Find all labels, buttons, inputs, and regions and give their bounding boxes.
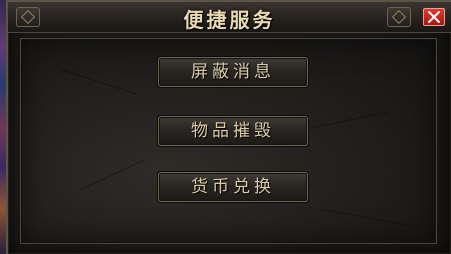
currency-exchange-button[interactable]: 货币兑换 <box>158 172 308 202</box>
close-button[interactable] <box>423 8 445 26</box>
title-ornament-right <box>387 7 411 27</box>
destroy-items-button[interactable]: 物品摧毁 <box>158 116 308 146</box>
block-messages-label: 屏蔽消息 <box>191 62 275 82</box>
block-messages-button[interactable]: 屏蔽消息 <box>158 57 308 87</box>
title-bar[interactable]: 便捷服务 <box>8 2 451 33</box>
panel-title: 便捷服务 <box>183 8 276 32</box>
quick-service-panel: 便捷服务 屏蔽消息 物品摧毁 货币兑换 <box>6 0 451 254</box>
stone-crack <box>60 69 138 95</box>
game-scene: 便捷服务 屏蔽消息 物品摧毁 货币兑换 <box>0 0 451 254</box>
destroy-items-label: 物品摧毁 <box>191 121 275 141</box>
currency-exchange-label: 货币兑换 <box>191 177 275 197</box>
stone-crack <box>320 209 410 226</box>
stone-crack <box>80 159 145 190</box>
close-icon <box>428 11 440 23</box>
